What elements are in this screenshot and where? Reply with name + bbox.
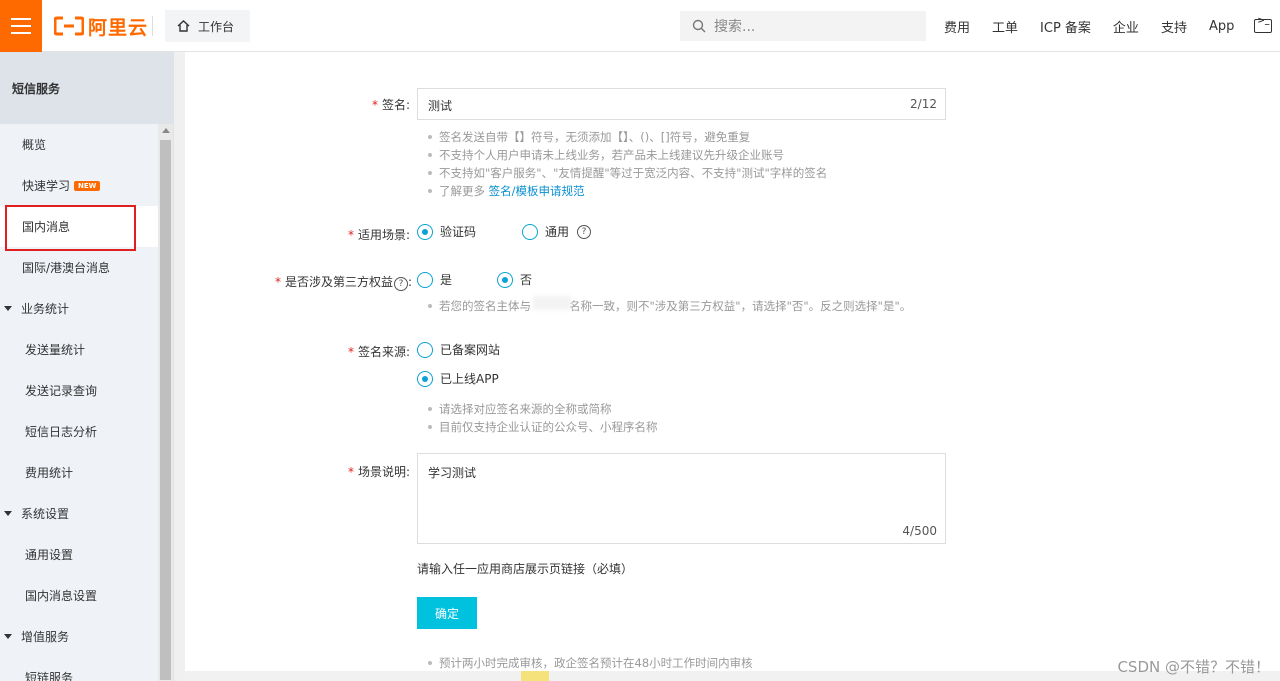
nav-support[interactable]: 支持 <box>1161 17 1187 36</box>
sidebar-item-log-analysis[interactable]: 短信日志分析 <box>0 411 159 452</box>
radio-source-app[interactable]: 已上线APP <box>417 370 499 387</box>
sidebar-item-general-settings[interactable]: 通用设置 <box>0 534 159 575</box>
top-nav-links: 费用 工单 ICP 备案 企业 支持 App <box>944 0 1273 52</box>
search-input[interactable]: 搜索... <box>680 11 926 41</box>
hint-line: 了解更多 签名/模板申请规范 <box>428 182 827 200</box>
radio-third-party-yes[interactable]: 是 <box>417 271 452 288</box>
nav-app[interactable]: App <box>1209 19 1234 34</box>
third-party-hint: 若您的签名主体与 名称一致，则不"涉及第三方权益"，请选择"否"。反之则选择"是"… <box>428 297 911 315</box>
workbench-label: 工作台 <box>198 19 235 34</box>
radio-source-website[interactable]: 已备案网站 <box>417 341 500 358</box>
sidebar-group-business-stats[interactable]: 业务统计 <box>0 288 159 329</box>
sidebar-item-label: 短链服务 <box>25 671 74 681</box>
store-link-label: 请输入任一应用商店展示页链接（必填） <box>417 562 634 576</box>
signature-input[interactable]: 测试 2/12 <box>417 88 946 120</box>
annotation-highlight <box>5 205 136 251</box>
review-time-hint: 预计两小时完成审核，政企签名预计在48小时工作时间内审核 <box>428 654 753 672</box>
nav-fees[interactable]: 费用 <box>944 17 970 36</box>
sidebar-item-short-link[interactable]: 短链服务 <box>0 657 159 681</box>
nav-enterprise[interactable]: 企业 <box>1113 17 1139 36</box>
description-char-count: 4/500 <box>902 524 937 538</box>
sidebar-item-fee-stats[interactable]: 费用统计 <box>0 452 159 493</box>
source-label: * 签名来源: <box>347 345 410 359</box>
hamburger-menu-button[interactable] <box>0 0 42 52</box>
signature-hints: 签名发送自带【】符号，无须添加【】、()、[]符号，避免重复 不支持个人用户申请… <box>428 128 827 200</box>
description-value: 学习测试 <box>428 466 477 480</box>
divider <box>152 16 153 36</box>
sidebar-item-label: 短信日志分析 <box>25 425 98 439</box>
sidebar-item-label: 国内消息设置 <box>25 589 98 603</box>
terminal-icon[interactable] <box>1254 16 1273 33</box>
signature-char-count: 2/12 <box>910 97 937 111</box>
radio-checked-icon <box>417 223 433 240</box>
top-navbar: 阿里云 工作台 搜索... 费用 工单 ICP 备案 企业 支持 App <box>0 0 1280 52</box>
sidebar-item-domestic-settings[interactable]: 国内消息设置 <box>0 575 159 616</box>
horizontal-scrollbar[interactable] <box>185 671 1280 681</box>
sidebar-item-send-records[interactable]: 发送记录查询 <box>0 370 159 411</box>
scrollbar-thumb[interactable] <box>521 671 549 681</box>
sidebar-item-quick-learn[interactable]: 快速学习 NEW <box>0 165 159 206</box>
caret-down-icon <box>4 306 12 311</box>
description-textarea[interactable]: 学习测试 4/500 <box>417 453 946 544</box>
hint-line: 签名发送自带【】符号，无须添加【】、()、[]符号，避免重复 <box>428 128 827 146</box>
sidebar-group-value-added[interactable]: 增值服务 <box>0 616 159 657</box>
hint-line: 不支持如"客户服务"、"友情提醒"等过于宽泛内容、不支持"测试"字样的签名 <box>428 164 827 182</box>
aliyun-logo-icon <box>54 16 84 36</box>
radio-checked-icon <box>497 271 513 288</box>
nav-icp[interactable]: ICP 备案 <box>1040 17 1091 36</box>
description-label: * 场景说明: <box>347 465 410 479</box>
spec-link[interactable]: 签名/模板申请规范 <box>489 184 585 198</box>
sidebar-item-label: 通用设置 <box>25 548 74 562</box>
sidebar-title: 短信服务 <box>0 52 173 124</box>
sidebar-item-label: 系统设置 <box>21 507 70 521</box>
sidebar-item-label: 费用统计 <box>25 466 74 480</box>
radio-verification-code[interactable]: 验证码 <box>417 223 476 240</box>
radio-unchecked-icon <box>417 271 433 288</box>
radio-third-party-no[interactable]: 否 <box>497 271 532 288</box>
signature-label: * 签名: <box>371 98 410 112</box>
radio-unchecked-icon <box>417 341 433 358</box>
signature-value: 测试 <box>428 99 453 113</box>
third-party-label: * 是否涉及第三方权益?: <box>274 275 412 291</box>
scenario-label: * 适用场景: <box>347 228 410 242</box>
sidebar-item-send-volume[interactable]: 发送量统计 <box>0 329 159 370</box>
scroll-up-icon[interactable] <box>162 128 170 133</box>
help-icon[interactable]: ? <box>393 277 408 291</box>
watermark: CSDN @不错？不错！ <box>1117 658 1270 676</box>
sidebar-item-label: 概览 <box>22 138 47 152</box>
nav-tickets[interactable]: 工单 <box>992 17 1018 36</box>
home-icon <box>177 20 190 32</box>
scrollbar-thumb[interactable] <box>160 140 171 680</box>
logo-text: 阿里云 <box>88 16 149 39</box>
sidebar-item-international-message[interactable]: 国际/港澳台消息 <box>0 247 159 288</box>
submit-button[interactable]: 确定 <box>417 597 477 629</box>
content-gutter <box>174 52 185 681</box>
new-badge: NEW <box>74 180 101 191</box>
source-hints: 请选择对应签名来源的全称或简称 目前仅支持企业认证的公众号、小程序名称 <box>428 400 658 436</box>
redacted-text <box>533 296 571 310</box>
sidebar-group-system-settings[interactable]: 系统设置 <box>0 493 159 534</box>
hint-line: 目前仅支持企业认证的公众号、小程序名称 <box>428 418 658 436</box>
radio-checked-icon <box>417 370 433 387</box>
radio-unchecked-icon <box>522 223 538 240</box>
caret-down-icon <box>4 634 12 639</box>
search-placeholder: 搜索... <box>714 19 756 35</box>
sidebar-item-overview[interactable]: 概览 <box>0 124 159 165</box>
aliyun-logo[interactable]: 阿里云 <box>54 12 148 40</box>
sidebar-item-label: 国际/港澳台消息 <box>22 261 111 275</box>
sidebar-item-label: 业务统计 <box>21 302 70 316</box>
radio-general[interactable]: 通用? <box>522 223 592 240</box>
sidebar-item-label: 快速学习 <box>22 179 71 193</box>
caret-down-icon <box>4 511 12 516</box>
sidebar: 短信服务 概览 快速学习 NEW 国内消息 国际/港澳台消息 业务统计 发送量统计… <box>0 52 174 681</box>
sidebar-item-label: 发送记录查询 <box>25 384 98 398</box>
search-icon <box>692 19 706 33</box>
workbench-button[interactable]: 工作台 <box>165 10 250 42</box>
hint-line: 请选择对应签名来源的全称或简称 <box>428 400 658 418</box>
sidebar-item-label: 发送量统计 <box>25 343 86 357</box>
sidebar-item-label: 增值服务 <box>21 630 70 644</box>
sidebar-scrollbar[interactable] <box>158 124 173 681</box>
hint-line: 不支持个人用户申请未上线业务，若产品未上线建议先升级企业账号 <box>428 146 827 164</box>
help-icon[interactable]: ? <box>577 224 592 239</box>
